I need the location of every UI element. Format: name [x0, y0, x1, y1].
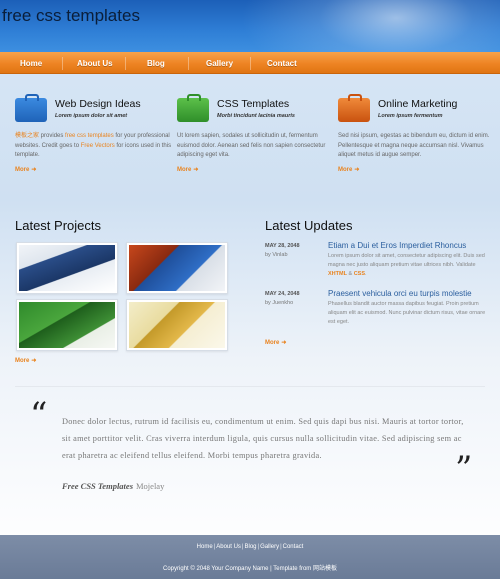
project-thumbnail[interactable] — [126, 242, 228, 294]
footer-link-blog[interactable]: Blog — [244, 544, 256, 550]
arrow-right-icon: ➜ — [31, 167, 37, 173]
more-link[interactable]: More ➜ — [338, 166, 359, 173]
feature-title: Online Marketing — [378, 98, 458, 110]
project-thumbnail[interactable] — [126, 299, 228, 351]
more-link[interactable]: More ➜ — [15, 166, 36, 173]
arrow-right-icon: ➜ — [31, 358, 37, 364]
feature-subtitle: Lorem ipsum fermentum — [378, 113, 443, 119]
nav-separator — [188, 57, 189, 70]
briefcase-icon — [177, 94, 209, 122]
briefcase-icon — [338, 94, 370, 122]
update-author: by Vinlab — [265, 252, 288, 258]
site-title[interactable]: free css templates — [2, 6, 140, 26]
nav-separator — [62, 57, 63, 70]
footer-link-home[interactable]: Home — [197, 544, 213, 550]
main-nav: Home About Us Blog Gallery Contact — [0, 52, 500, 74]
arrow-right-icon: ➜ — [193, 167, 199, 173]
latest-projects-title: Latest Projects — [15, 218, 101, 233]
text: & — [346, 271, 354, 277]
feature-subtitle: Morbi tincidunt lacinia mauris — [217, 113, 295, 119]
footer-separator: | — [213, 544, 216, 550]
testimonial-text: Donec dolor lectus, rutrum id facilisis … — [62, 417, 464, 460]
project-thumbnail[interactable] — [16, 299, 118, 351]
latest-updates-title: Latest Updates — [265, 218, 353, 233]
project-thumbnail[interactable] — [16, 242, 118, 294]
copyright-text: Copyright © 2048 Your Company Name | Tem… — [163, 566, 337, 572]
feature-title: Web Design Ideas — [55, 98, 141, 110]
nav-contact[interactable]: Contact — [267, 59, 297, 68]
update-title-link[interactable]: Praesent vehicula orci eu turpis molesti… — [328, 289, 472, 298]
open-quote-icon: “ — [30, 395, 48, 435]
css-link[interactable]: CSS — [354, 271, 365, 277]
text: . — [365, 271, 367, 277]
text: Lorem ipsum dolor sit amet, consectetur … — [328, 253, 485, 268]
footer-separator: | — [257, 544, 260, 550]
feature-subtitle: Lorem ipsum dolor sit amet — [55, 113, 128, 119]
header-sparkle-decoration — [240, 0, 500, 52]
more-link[interactable]: More ➜ — [177, 166, 198, 173]
section-divider — [15, 386, 485, 387]
author-name: Free CSS Templates — [62, 481, 133, 491]
update-date: MAY 28, 2048 — [265, 243, 300, 249]
update-title-link[interactable]: Etiam a Dui et Eros Imperdiet Rhoncus — [328, 241, 466, 250]
feature-description: Ut lorem sapien, sodales ut sollicitudin… — [177, 133, 326, 158]
arrow-right-icon: ➜ — [281, 340, 287, 346]
site-header: free css templates — [0, 0, 500, 52]
testimonial-author: Free CSS Templates Mojelay — [62, 481, 164, 491]
more-label: More — [265, 340, 280, 346]
more-label: More — [15, 358, 30, 364]
highlight-link[interactable]: Free Vectors — [81, 143, 115, 149]
footer-link-contact[interactable]: Contact — [283, 544, 304, 550]
close-quote-icon: ” — [455, 449, 473, 489]
update-text: Lorem ipsum dolor sit amet, consectetur … — [328, 252, 488, 279]
more-label: More — [15, 167, 30, 173]
feature-description: 模板之家 provides free css templates for you… — [15, 132, 175, 161]
text: provides — [39, 133, 66, 139]
nav-home[interactable]: Home — [20, 59, 42, 68]
briefcase-icon — [15, 94, 47, 122]
nav-about-us[interactable]: About Us — [77, 59, 113, 68]
footer-nav: Home|About Us|Blog|Gallery|Contact — [0, 544, 500, 550]
more-label: More — [338, 167, 353, 173]
feature-description: Sed nisi ipsum, egestas ac bibendum eu, … — [338, 133, 490, 158]
footer-link-about[interactable]: About Us — [216, 544, 241, 550]
site-footer: Home|About Us|Blog|Gallery|Contact Copyr… — [0, 535, 500, 579]
nav-blog[interactable]: Blog — [147, 59, 165, 68]
author-handle: Mojelay — [136, 481, 165, 491]
updates-more-link[interactable]: More ➜ — [265, 339, 286, 346]
highlight-link[interactable]: 模板之家 — [15, 133, 39, 139]
update-author: by Juenkho — [265, 300, 294, 306]
xhtml-link[interactable]: XHTML — [328, 271, 347, 277]
update-date: MAY 24, 2048 — [265, 291, 300, 297]
arrow-right-icon: ➜ — [354, 167, 360, 173]
feature-title: CSS Templates — [217, 98, 290, 110]
footer-link-gallery[interactable]: Gallery — [260, 544, 279, 550]
projects-more-link[interactable]: More ➜ — [15, 357, 36, 364]
nav-gallery[interactable]: Gallery — [206, 59, 233, 68]
nav-separator — [250, 57, 251, 70]
update-text: Phasellus blandit auctor massa dapibus f… — [328, 301, 486, 325]
footer-separator: | — [280, 544, 282, 550]
highlight-link[interactable]: free css templates — [65, 133, 114, 139]
nav-separator — [125, 57, 126, 70]
more-label: More — [177, 167, 192, 173]
